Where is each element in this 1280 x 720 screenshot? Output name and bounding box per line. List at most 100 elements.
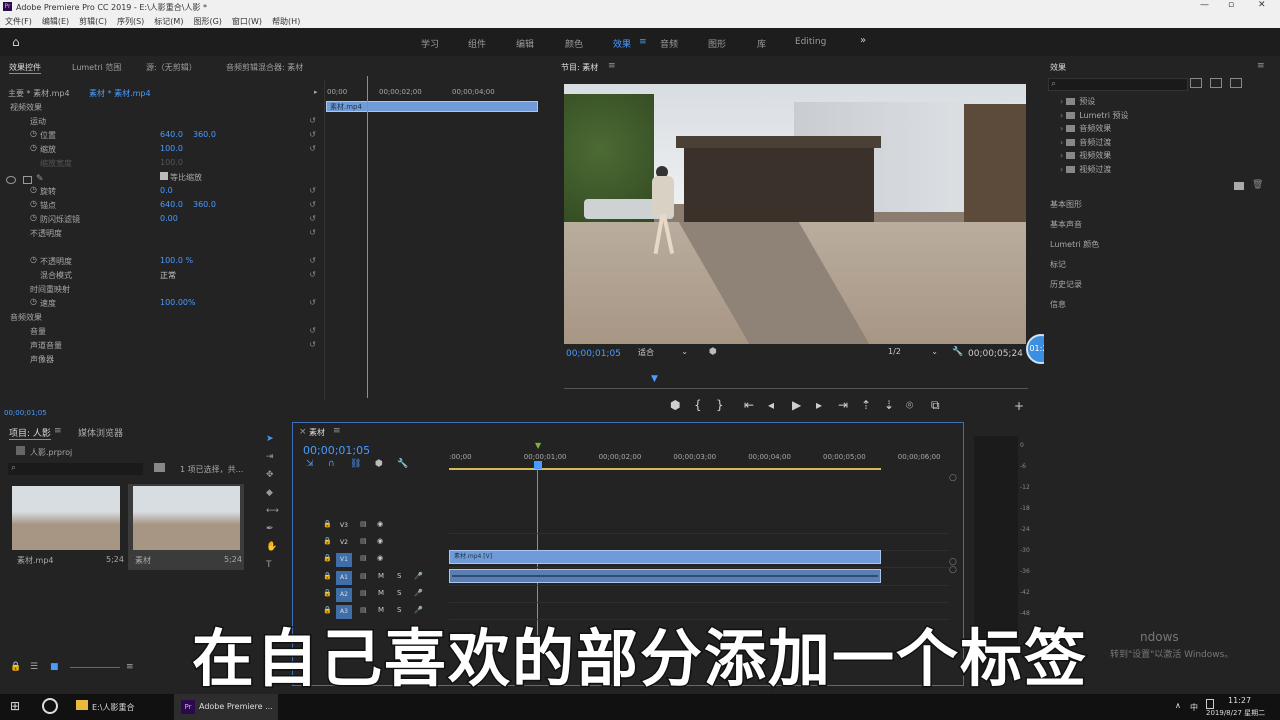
reset-icon[interactable]: ↺: [309, 298, 316, 307]
project-item-name[interactable]: 素材.mp4: [17, 555, 54, 566]
tab-project[interactable]: 项目: 人影: [9, 426, 51, 440]
track-lock-icon[interactable]: 🔒: [323, 572, 332, 580]
scroll-handle-icon[interactable]: ○: [949, 565, 957, 575]
workspace-tab[interactable]: 组件: [468, 37, 486, 50]
fx-row[interactable]: 缩放 100.0 ↺ ◷: [0, 142, 322, 156]
mute-icon[interactable]: M: [378, 572, 384, 580]
fx-row[interactable]: 不透明度 ↺: [0, 226, 322, 240]
mute-icon[interactable]: M: [378, 589, 384, 597]
ripple-edit-icon[interactable]: ✥: [266, 470, 274, 480]
workspace-tab[interactable]: 库: [757, 37, 766, 50]
32bit-filter-icon[interactable]: [1210, 78, 1222, 88]
effects-folder[interactable]: › 视频过渡: [1060, 164, 1111, 175]
workspace-tab[interactable]: 图形: [708, 37, 726, 50]
reset-icon[interactable]: ↺: [309, 144, 316, 153]
restore-icon[interactable]: ▫: [1228, 0, 1234, 10]
mic-icon[interactable]: 🎤: [414, 589, 423, 597]
fx-value[interactable]: 640.0: [160, 200, 183, 209]
panel-menu-icon[interactable]: ≡: [54, 426, 62, 436]
workspace-tab[interactable]: Editing: [795, 37, 826, 47]
fx-row[interactable]: 防闪烁滤镜 0.00 ↺ ◷: [0, 212, 322, 226]
program-playhead[interactable]: ▼: [651, 374, 658, 384]
type-tool-icon[interactable]: T: [266, 560, 272, 570]
fx-row[interactable]: 音频效果: [0, 310, 322, 324]
marker-icon[interactable]: ⬢: [709, 347, 717, 357]
work-area-bar[interactable]: [449, 468, 881, 470]
stopwatch-icon[interactable]: ◷: [30, 297, 37, 306]
new-bin-icon[interactable]: [1234, 182, 1244, 190]
nest-icon[interactable]: ⇲: [306, 459, 314, 469]
reset-icon[interactable]: ↺: [309, 326, 316, 335]
fx-row[interactable]: 位置 640.0 360.0 ↺ ◷: [0, 128, 322, 142]
stopwatch-icon[interactable]: ◷: [30, 143, 37, 152]
master-clip[interactable]: 主要 * 素材.mp4: [8, 88, 70, 99]
panel-section[interactable]: 基本图形: [1050, 199, 1082, 210]
reset-icon[interactable]: ↺: [309, 340, 316, 349]
video-clip[interactable]: 素材.mp4 [V]: [449, 550, 881, 564]
effects-folder[interactable]: › 预设: [1060, 96, 1095, 107]
track-toggle-icon[interactable]: ▤: [360, 520, 367, 528]
track-toggle-icon[interactable]: ▤: [360, 554, 367, 562]
new-bin-icon[interactable]: [154, 463, 165, 472]
fx-value[interactable]: 640.0: [160, 130, 183, 139]
track-toggle-icon[interactable]: ▤: [360, 537, 367, 545]
fx-row[interactable]: 不透明度 100.0 % ↺ ◷: [0, 254, 322, 268]
effects-folder[interactable]: › Lumetri 预设: [1060, 110, 1129, 121]
fx-row[interactable]: 等比缩放: [0, 170, 322, 184]
fx-row[interactable]: 视频效果: [0, 100, 322, 114]
selection-tool-icon[interactable]: ➤: [266, 434, 274, 444]
panel-section[interactable]: 信息: [1050, 299, 1066, 310]
track-label[interactable]: V1: [336, 553, 352, 567]
fx-row[interactable]: 速度 100.00% ↺ ◷: [0, 296, 322, 310]
fx-value[interactable]: 360.0: [193, 200, 216, 209]
solo-icon[interactable]: S: [397, 589, 401, 597]
taskbar-app-explorer[interactable]: E:\人影重合: [92, 702, 134, 713]
slip-icon[interactable]: ⟷: [266, 506, 279, 516]
add-button-icon[interactable]: +: [1014, 399, 1024, 413]
mark-in-icon[interactable]: {: [694, 398, 702, 412]
fx-value[interactable]: 100.0 %: [160, 256, 193, 265]
reset-icon[interactable]: ↺: [309, 186, 316, 195]
clock-date[interactable]: 2019/8/27 星期二: [1206, 708, 1265, 718]
eye-icon[interactable]: ◉: [377, 520, 383, 528]
accelerated-filter-icon[interactable]: [1190, 78, 1202, 88]
tab-lumetri-scopes[interactable]: Lumetri 范围: [72, 62, 121, 73]
checkbox-icon[interactable]: [160, 172, 168, 180]
sequence-thumb[interactable]: [133, 486, 240, 550]
reset-icon[interactable]: ↺: [309, 130, 316, 139]
settings-wrench-icon[interactable]: 🔧: [952, 347, 963, 357]
taskbar-app-premiere[interactable]: Pr Adobe Premiere ...: [174, 694, 278, 720]
more-workspaces-icon[interactable]: »: [860, 35, 866, 46]
menu-item[interactable]: 文件(F): [5, 17, 32, 26]
solo-icon[interactable]: S: [397, 572, 401, 580]
fx-value[interactable]: 0.0: [160, 186, 173, 195]
menu-item[interactable]: 序列(S): [117, 17, 144, 26]
reset-icon[interactable]: ↺: [309, 116, 316, 125]
explorer-icon[interactable]: [76, 700, 88, 710]
extract-icon[interactable]: ⇣: [884, 398, 894, 412]
reset-icon[interactable]: ↺: [309, 200, 316, 209]
menu-item[interactable]: 帮助(H): [272, 17, 300, 26]
track-label[interactable]: A1: [336, 571, 352, 585]
step-back-icon[interactable]: ◂: [768, 398, 774, 412]
workspace-menu-icon[interactable]: ≡: [639, 37, 647, 47]
stopwatch-icon[interactable]: ◷: [30, 199, 37, 208]
pen-mask-icon[interactable]: ✎: [36, 174, 44, 184]
sequence-tab[interactable]: 素材: [309, 427, 325, 438]
track-toggle-icon[interactable]: ▤: [360, 589, 367, 597]
fx-row[interactable]: 时间重映射: [0, 282, 322, 296]
project-item-name[interactable]: 素材: [135, 555, 151, 566]
quality-select[interactable]: 1/2 ⌄: [888, 347, 940, 359]
ec-playhead[interactable]: [367, 76, 368, 398]
project-thumb[interactable]: [12, 486, 120, 550]
panel-section[interactable]: 标记: [1050, 259, 1066, 270]
delete-icon[interactable]: 🗑: [1252, 180, 1263, 190]
workspace-tab[interactable]: 编辑: [516, 37, 534, 50]
workspace-tab[interactable]: 学习: [421, 37, 439, 50]
effects-folder[interactable]: › 视频效果: [1060, 150, 1111, 161]
fx-value[interactable]: 100.0: [160, 158, 183, 167]
compare-icon[interactable]: ⧉: [931, 398, 940, 413]
tab-source[interactable]: 源:（无剪辑）: [146, 62, 197, 73]
menu-item[interactable]: 标记(M): [154, 17, 183, 26]
goto-in-icon[interactable]: ⇤: [744, 398, 754, 412]
